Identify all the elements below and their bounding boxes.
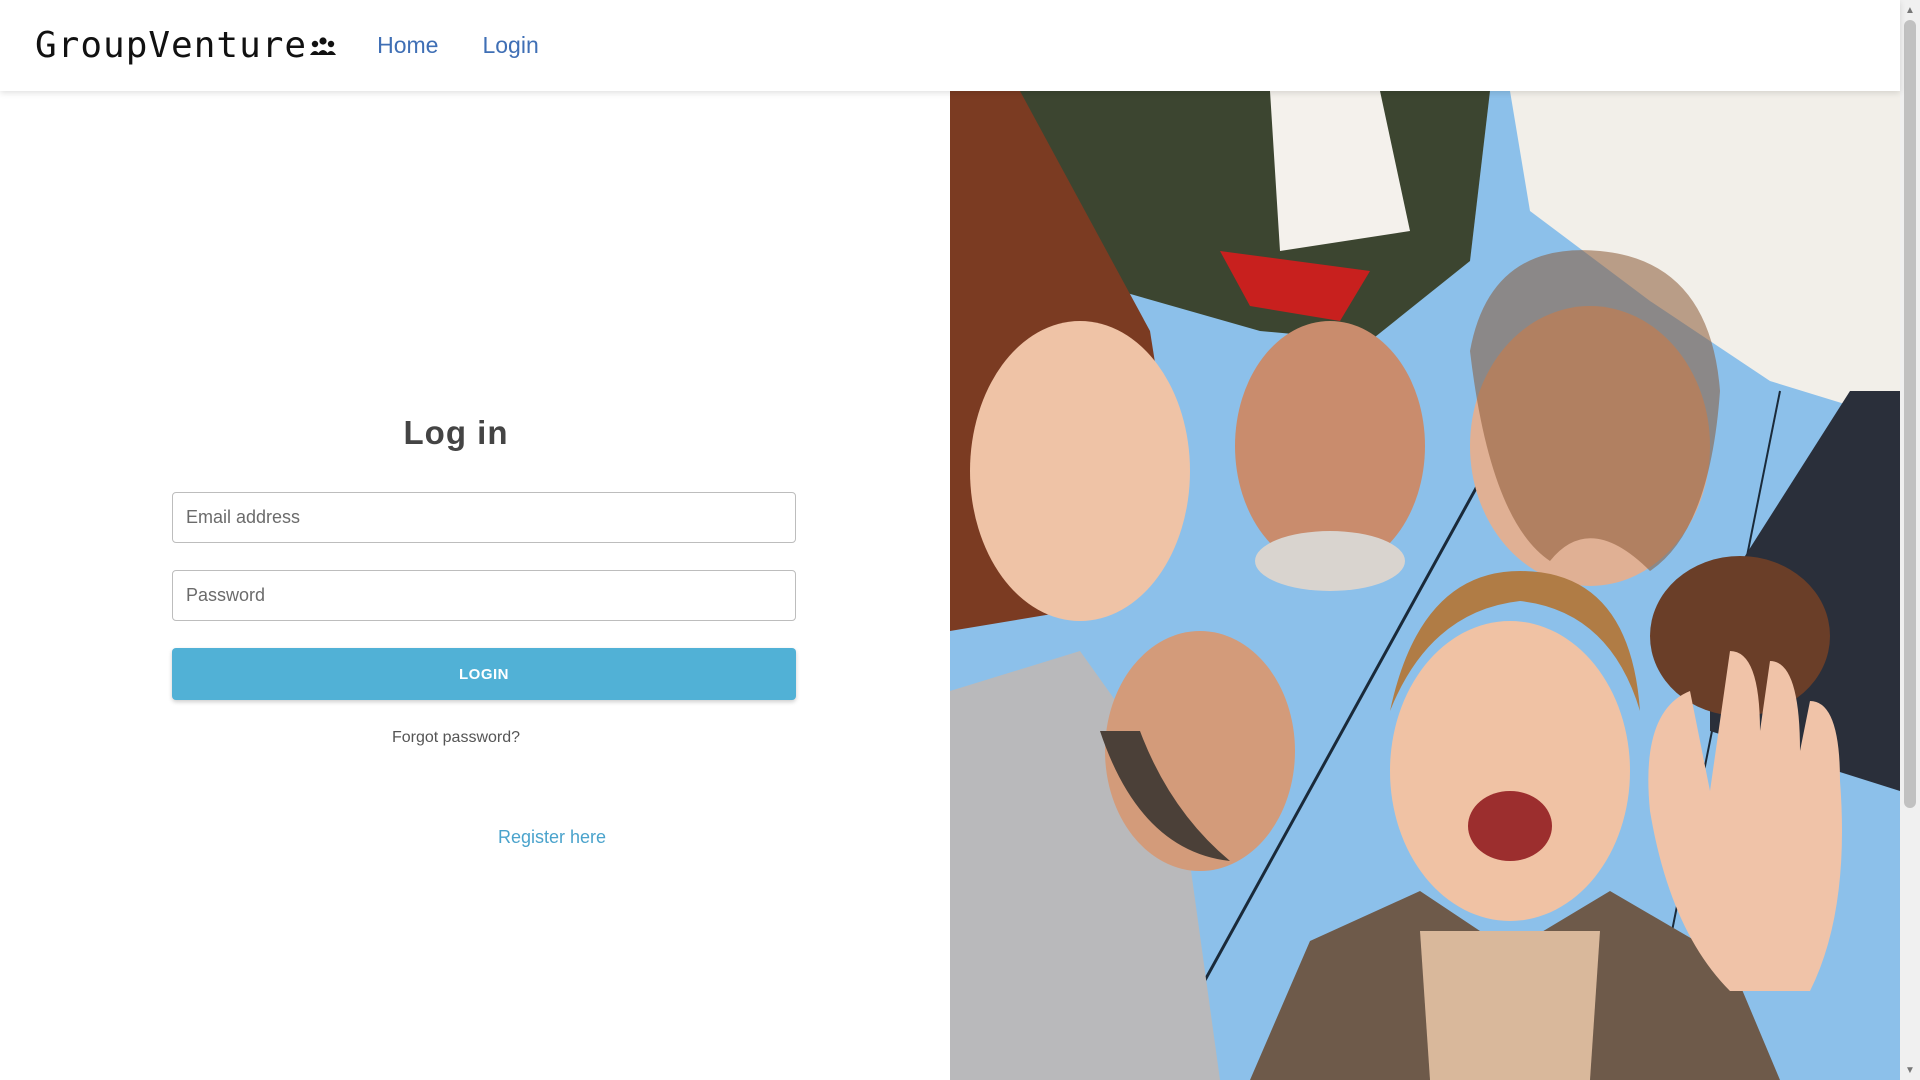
nav-login-link[interactable]: Login [482, 32, 538, 59]
scrollbar-thumb[interactable] [1904, 20, 1916, 808]
hero-photo [950, 91, 1900, 1080]
nav-home-link[interactable]: Home [377, 32, 438, 59]
password-field[interactable] [172, 570, 796, 621]
brand-logo[interactable]: GroupVenture [35, 25, 337, 66]
login-title: Log in [403, 414, 509, 451]
group-selfie-illustration [950, 91, 1900, 1080]
top-navbar: GroupVenture Home Login [0, 0, 1900, 91]
scroll-down-arrow-icon[interactable]: ▼ [1900, 1060, 1920, 1080]
vertical-scrollbar[interactable]: ▲ ▼ [1900, 0, 1920, 1080]
login-panel: Log in LOGIN Forgot password? Register h… [0, 91, 950, 1080]
email-field[interactable] [172, 492, 796, 543]
brand-name: GroupVenture [35, 25, 308, 66]
login-button[interactable]: LOGIN [172, 648, 796, 700]
register-link[interactable]: Register here [498, 827, 606, 848]
people-group-icon [310, 36, 337, 55]
forgot-password-link[interactable]: Forgot password? [0, 729, 912, 747]
scroll-up-arrow-icon[interactable]: ▲ [1900, 0, 1920, 20]
